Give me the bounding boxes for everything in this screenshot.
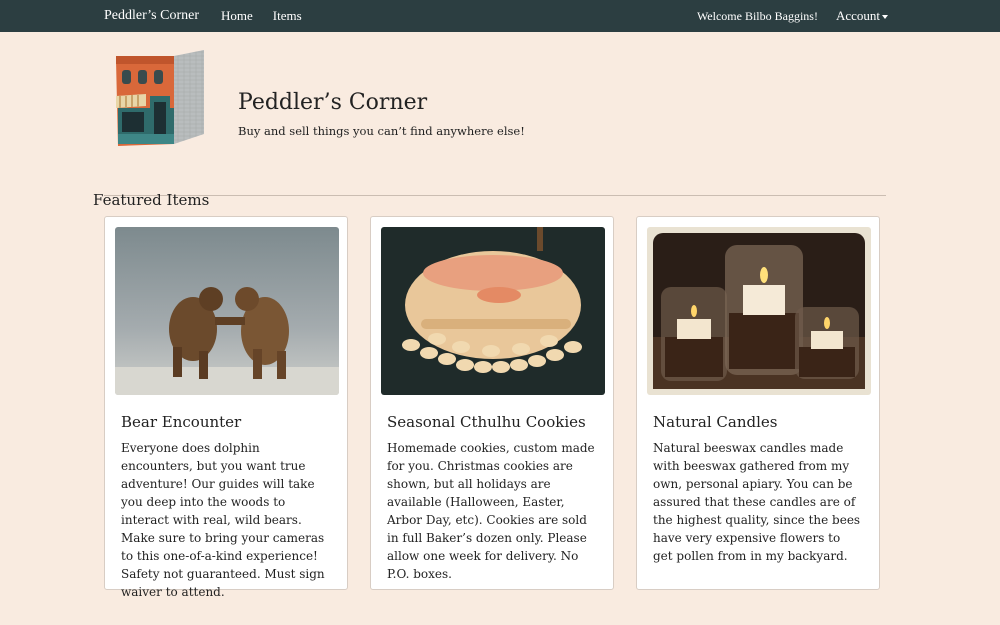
hero-header: Peddler’s Corner Buy and sell things you… (0, 32, 1000, 196)
featured-items-list: Bear Encounter Everyone does dolphin enc… (104, 216, 880, 599)
natural-candles-image[interactable] (647, 227, 871, 395)
page-title: Peddler’s Corner (238, 90, 428, 115)
item-description: Everyone does dolphin encounters, but yo… (121, 441, 325, 599)
item-description: Homemade cookies, custom made for you. C… (387, 441, 595, 581)
nav-home-link[interactable]: Home (221, 8, 253, 24)
storefront-logo (116, 50, 204, 146)
featured-item-card[interactable]: Bear Encounter Everyone does dolphin enc… (104, 216, 348, 599)
item-title[interactable]: Natural Candles (653, 413, 869, 431)
welcome-message: Welcome Bilbo Baggins! (696, 8, 818, 23)
item-title[interactable]: Seasonal Cthulhu Cookies (387, 413, 603, 431)
featured-item-card[interactable]: Seasonal Cthulhu Cookies Homemade cookie… (370, 216, 614, 590)
account-dropdown[interactable]: Account (836, 8, 888, 24)
item-title[interactable]: Bear Encounter (121, 413, 337, 431)
nav-left: Peddler’s Corner Home Items (104, 8, 322, 24)
cthulhu-cookie-image[interactable] (381, 227, 605, 395)
caret-down-icon (882, 15, 888, 19)
featured-item-card[interactable]: Natural Candles Natural beeswax candles … (636, 216, 880, 590)
account-label: Account (835, 8, 880, 23)
featured-heading: Featured Items (93, 191, 210, 209)
bear-encounter-image[interactable] (115, 227, 339, 395)
hero-divider (104, 195, 886, 196)
brand-link[interactable]: Peddler’s Corner (104, 8, 199, 24)
item-description: Natural beeswax candles made with beeswa… (653, 441, 861, 563)
nav-right: Welcome Bilbo Baggins! Account (697, 8, 888, 24)
page-subtitle: Buy and sell things you can’t find anywh… (238, 124, 525, 138)
nav-items-link[interactable]: Items (273, 8, 302, 24)
top-navbar: Peddler’s Corner Home Items Welcome Bilb… (0, 0, 1000, 32)
